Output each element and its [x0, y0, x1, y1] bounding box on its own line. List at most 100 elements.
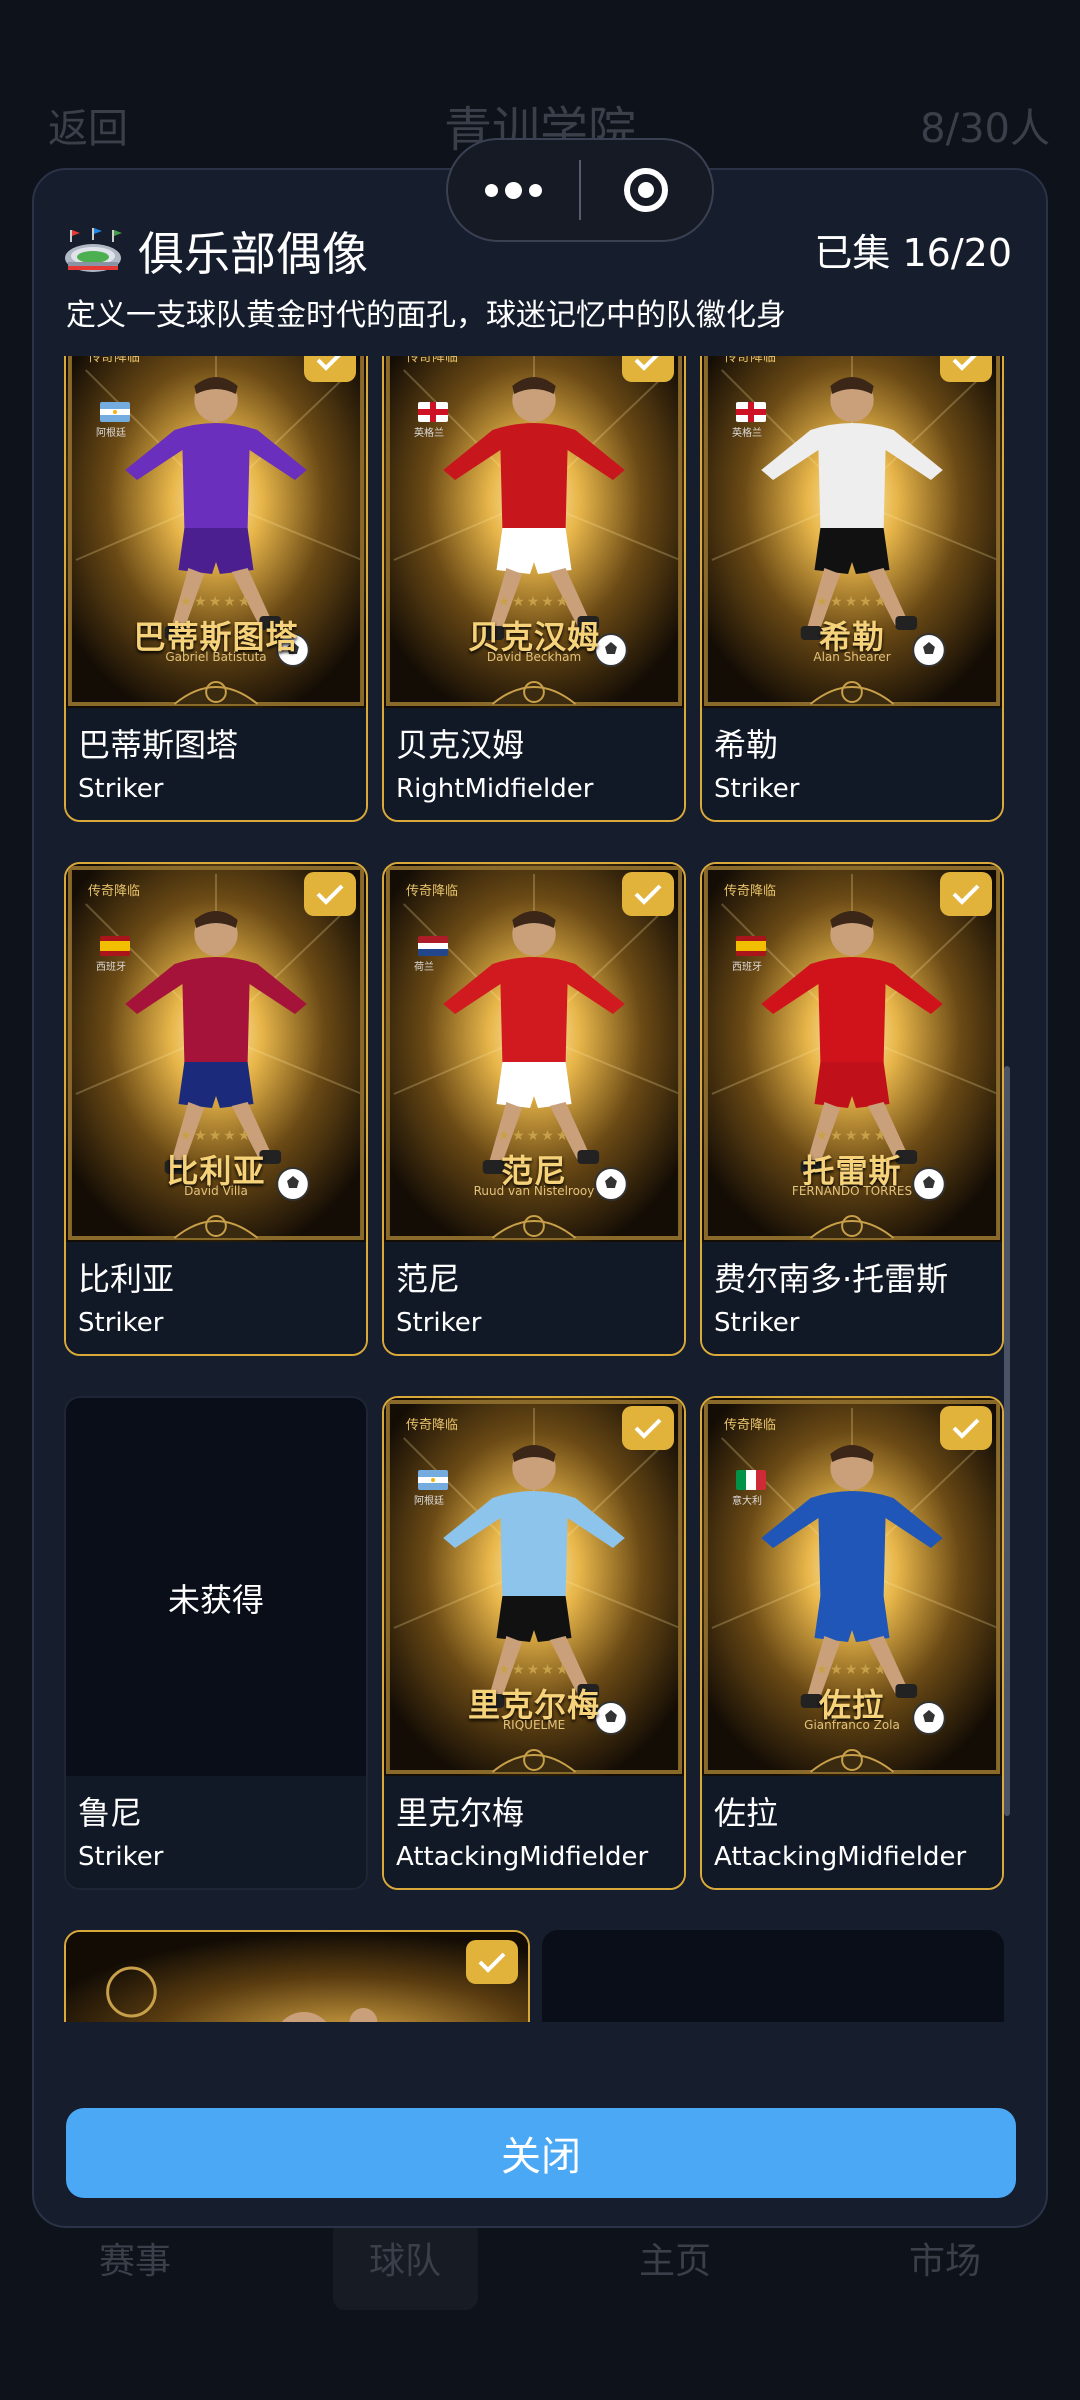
country-label: 阿根廷: [414, 1496, 444, 1507]
nav-item-events[interactable]: 赛事: [0, 2232, 270, 2284]
idol-card-info: 比利亚 Striker: [66, 1242, 366, 1354]
country-flag-icon: [736, 402, 766, 422]
legend-badge: 传奇降临: [406, 356, 459, 365]
collection-progress: 已集 16/20: [814, 231, 1012, 275]
rating-stars: ★★★★★: [497, 1662, 571, 1678]
idol-card-art: 传奇降临 阿根廷 ★★★★★ 里克尔梅 RIQUELME: [384, 1398, 684, 1776]
rating-stars: ★★★★★: [497, 1128, 571, 1144]
art-name-en: FERNANDO TORRES: [791, 1184, 913, 1198]
legend-badge: 传奇降临: [88, 884, 141, 899]
country-label: 意大利: [732, 1496, 762, 1507]
country-flag-icon: [100, 402, 130, 422]
idol-position: Striker: [714, 1308, 800, 1338]
idol-card-art: 传奇降临 荷兰 ★★★★★ 范尼 Ruud van Nistelrooy: [384, 864, 684, 1242]
idol-card[interactable]: 传奇降临 西班牙 ★★★★★ 托雷斯 FERNANDO TORRES 费尔南多·托雷斯 St…: [700, 862, 1004, 1356]
idol-name: 佐拉: [714, 1794, 779, 1832]
collected-check-icon: [466, 1940, 518, 1984]
collected-check-icon: [940, 1406, 992, 1450]
idol-name: 巴蒂斯图塔: [78, 726, 239, 764]
country-flag-icon: [418, 402, 448, 422]
idol-name: 比利亚: [78, 1260, 175, 1298]
close-button[interactable]: 关闭: [66, 2108, 1016, 2198]
idol-name: 里克尔梅: [396, 1794, 525, 1832]
idol-name: 费尔南多·托雷斯: [714, 1260, 949, 1298]
rating-stars: ★★★★★: [497, 594, 571, 610]
idol-card-info: 费尔南多·托雷斯 Striker: [702, 1242, 1002, 1354]
idol-name: 贝克汉姆: [396, 726, 525, 764]
collected-check-icon: [622, 872, 674, 916]
modal-header: 俱乐部偶像: [64, 218, 368, 284]
art-name-en: David Villa: [184, 1184, 248, 1198]
legend-badge: 传奇降临: [88, 356, 141, 365]
nav-item-team[interactable]: 球队: [270, 2232, 540, 2284]
country-flag-icon: [736, 1470, 766, 1490]
collected-check-icon: [940, 356, 992, 382]
country-label: 荷兰: [414, 962, 434, 973]
art-name-en: David Beckham: [486, 650, 582, 664]
nav-item-market[interactable]: 市场: [810, 2232, 1080, 2284]
locked-placeholder: 未获得: [66, 1398, 366, 1798]
idol-card-art: 传奇降临 西班牙 ★★★★★ 比利亚 David Villa: [66, 864, 366, 1242]
modal-title: 俱乐部偶像: [138, 227, 368, 281]
art-name-en: Gabriel Batistuta: [165, 650, 267, 664]
art-name-en: RIQUELME: [502, 1718, 566, 1732]
stadium-icon: [65, 228, 122, 272]
idol-card[interactable]: 传奇降临 西班牙 ★★★★★ 比利亚 David Villa 比利亚 Striker: [64, 862, 368, 1356]
idol-position: Striker: [78, 1308, 164, 1338]
idol-card-art: 传奇降临 阿根廷 ★★★★★ 巴蒂斯图塔 Gabriel Batistuta: [66, 356, 366, 708]
legend-badge: 传奇降临: [724, 356, 777, 365]
legend-badge: 传奇降临: [724, 1418, 777, 1433]
nav-item-home[interactable]: 主页: [540, 2232, 810, 2284]
idol-card[interactable]: 传奇降临 英格兰 ★★★★★ 希勒 Alan Shearer 希勒 Striker: [700, 356, 1004, 822]
idol-card-art: 传奇降临 英格兰 ★★★★★ 贝克汉姆 David Beckham: [384, 356, 684, 708]
idol-position: Striker: [78, 774, 164, 804]
collected-check-icon: [622, 1406, 674, 1450]
collected-check-icon: [304, 872, 356, 916]
rating-stars: ★★★★★: [179, 594, 253, 610]
idol-position: Striker: [714, 774, 800, 804]
idol-card-art: 传奇降临 西班牙 ★★★★★ 托雷斯 FERNANDO TORRES: [702, 864, 1002, 1242]
country-label: 英格兰: [414, 428, 444, 439]
locked-label: 未获得: [167, 1581, 264, 1619]
rating-stars: ★★★★★: [815, 1128, 889, 1144]
more-icon[interactable]: [448, 140, 579, 240]
scrollbar[interactable]: [1004, 1066, 1010, 1816]
country-flag-icon: [418, 1470, 448, 1490]
idol-card-art: 传奇降临LEGEND: [66, 1932, 528, 2022]
miniprogram-capsule: [446, 138, 714, 242]
country-label: 西班牙: [732, 962, 762, 973]
member-count: 8/30人: [920, 106, 1050, 152]
idol-card[interactable]: 未获得 鲁尼 Striker: [64, 1396, 368, 1890]
idol-card-info: 里克尔梅 AttackingMidfielder: [384, 1776, 684, 1888]
art-name-en: Alan Shearer: [813, 650, 891, 664]
idol-card-info: 范尼 Striker: [384, 1242, 684, 1354]
close-miniprogram-icon[interactable]: [581, 140, 712, 240]
idol-card[interactable]: 传奇降临 阿根廷 ★★★★★ 巴蒂斯图塔 Gabriel Batistuta 巴蒂斯图塔 S…: [64, 356, 368, 822]
idol-card-info: 贝克汉姆 RightMidfielder: [384, 708, 684, 820]
modal-description: 定义一支球队黄金时代的面孔，球迷记忆中的队徽化身: [66, 298, 786, 333]
idol-card[interactable]: 传奇降临 意大利 ★★★★★ 佐拉 Gianfranco Zola 佐拉 Attacking…: [700, 1396, 1004, 1890]
idol-card[interactable]: 传奇降临英格兰 ★★★★★ 贝克汉姆 David Beckham 贝克汉姆 RightMi…: [382, 356, 686, 822]
rating-stars: ★★★★★: [815, 594, 889, 610]
idol-card-partial[interactable]: 传奇降临LEGEND: [64, 1930, 530, 2022]
idol-card-partial-locked[interactable]: [542, 1930, 1004, 2022]
idol-position: RightMidfielder: [396, 774, 594, 804]
country-label: 西班牙: [96, 962, 126, 973]
idol-name: 范尼: [396, 1260, 461, 1298]
idol-position: Striker: [396, 1308, 482, 1338]
idol-card-info: 希勒 Striker: [702, 708, 1002, 820]
idol-position: AttackingMidfielder: [714, 1842, 967, 1872]
collected-check-icon: [622, 356, 674, 382]
country-flag-icon: [100, 936, 130, 956]
idol-card[interactable]: 传奇降临 阿根廷 ★★★★★ 里克尔梅 RIQUELME 里克尔梅 AttackingMid…: [382, 1396, 686, 1890]
legend-badge: 传奇降临: [724, 884, 777, 899]
art-name-en: Ruud van Nistelrooy: [473, 1184, 595, 1198]
idol-card-art: 传奇降临 意大利 ★★★★★ 佐拉 Gianfranco Zola: [702, 1398, 1002, 1776]
collected-check-icon: [940, 872, 992, 916]
idol-card[interactable]: 传奇降临 荷兰 ★★★★★ 范尼 Ruud van Nistelrooy 范尼 Strike…: [382, 862, 686, 1356]
idol-card-grid[interactable]: 传奇降临 阿根廷 ★★★★★ 巴蒂斯图塔 Gabriel Batistuta 巴蒂斯图塔 S…: [64, 356, 1004, 2022]
idol-name: 希勒: [714, 726, 779, 764]
idol-card-art: 传奇降临 英格兰 ★★★★★ 希勒 Alan Shearer: [702, 356, 1002, 708]
idol-card-info: 巴蒂斯图塔 Striker: [66, 708, 366, 820]
idol-position: AttackingMidfielder: [396, 1842, 649, 1872]
